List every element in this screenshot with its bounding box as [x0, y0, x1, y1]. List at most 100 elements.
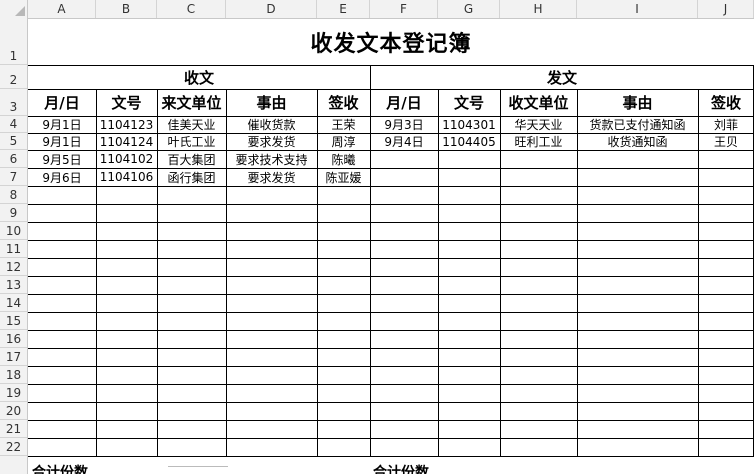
- row-header-21[interactable]: 21: [0, 420, 27, 438]
- grid-line: [28, 402, 754, 403]
- row-header-17[interactable]: 17: [0, 348, 27, 366]
- received-cell[interactable]: 1104123: [96, 116, 157, 133]
- received-header-1[interactable]: 文号: [96, 89, 157, 116]
- grid-line: [28, 438, 754, 439]
- column-header-h[interactable]: H: [500, 0, 577, 18]
- row-header-19[interactable]: 19: [0, 384, 27, 402]
- sent-cell[interactable]: 刘菲: [698, 116, 754, 133]
- row-header-20[interactable]: 20: [0, 402, 27, 420]
- sent-cell[interactable]: 1104405: [438, 133, 500, 150]
- sent-cell[interactable]: 货款已支付通知函: [577, 116, 698, 133]
- column-header-c[interactable]: C: [157, 0, 226, 18]
- sent-cell[interactable]: 华天天业: [500, 116, 577, 133]
- row-header-13[interactable]: 13: [0, 276, 27, 294]
- select-all-icon: [15, 6, 25, 16]
- cell-grid[interactable]: 收发文本登记簿 收文 发文 月/日 月/日 文号 文号 来文单位 收文单位 事由 事由 签收 签收 9月1…: [0, 0, 754, 474]
- page-title[interactable]: 收发文本登记簿: [28, 20, 754, 63]
- received-cell[interactable]: 9月6日: [28, 168, 96, 186]
- received-cell[interactable]: 函行集团: [157, 168, 226, 186]
- grid-line: [28, 420, 754, 421]
- received-cell[interactable]: 陈曦: [317, 150, 370, 168]
- grid-line: [28, 366, 754, 367]
- sent-cell[interactable]: 收货通知函: [577, 133, 698, 150]
- select-all-corner[interactable]: [0, 0, 28, 18]
- received-cell[interactable]: 9月1日: [28, 116, 96, 133]
- footer-line: [168, 466, 228, 467]
- received-header-2[interactable]: 来文单位: [157, 89, 226, 116]
- row-header-2[interactable]: 2: [0, 65, 27, 89]
- grid-line: [28, 348, 754, 349]
- received-cell[interactable]: 要求发货: [226, 168, 317, 186]
- row-header-11[interactable]: 11: [0, 240, 27, 258]
- column-header-d[interactable]: D: [226, 0, 317, 18]
- column-header-g[interactable]: G: [438, 0, 500, 18]
- received-header-0[interactable]: 月/日: [28, 89, 96, 116]
- grid-line: [28, 222, 754, 223]
- column-header-i[interactable]: I: [577, 0, 698, 18]
- sent-header-4[interactable]: 签收: [698, 89, 754, 116]
- row-header-6[interactable]: 6: [0, 150, 27, 168]
- section-header-received[interactable]: 收文: [28, 65, 370, 89]
- received-cell[interactable]: 佳美天业: [157, 116, 226, 133]
- row-header-1[interactable]: 1: [0, 18, 27, 65]
- row-headers: 1 2 3 4 5 6 7 8 9 10 11 12 13 14 15 16 17 18 19 20 21 22: [0, 18, 28, 474]
- received-cell[interactable]: 1104106: [96, 168, 157, 186]
- column-header-j[interactable]: J: [698, 0, 754, 18]
- grid-line: [28, 258, 754, 259]
- total-count-label-sent[interactable]: 合计份数: [373, 462, 429, 474]
- row-header-22[interactable]: 22: [0, 438, 27, 456]
- received-cell[interactable]: 1104102: [96, 150, 157, 168]
- column-header-f[interactable]: F: [370, 0, 438, 18]
- sent-header-0[interactable]: 月/日: [370, 89, 438, 116]
- total-count-label-received[interactable]: 合计份数: [32, 462, 88, 474]
- grid-line: [28, 276, 754, 277]
- column-header-b[interactable]: B: [96, 0, 157, 18]
- row-header-5[interactable]: 5: [0, 133, 27, 150]
- grid-line: [28, 330, 754, 331]
- row-header-15[interactable]: 15: [0, 312, 27, 330]
- received-cell[interactable]: 要求技术支持: [226, 150, 317, 168]
- sent-cell[interactable]: 1104301: [438, 116, 500, 133]
- grid-line: [28, 312, 754, 313]
- received-cell[interactable]: 要求发货: [226, 133, 317, 150]
- received-cell[interactable]: 1104124: [96, 133, 157, 150]
- grid-line: [28, 384, 754, 385]
- sent-header-2[interactable]: 收文单位: [500, 89, 577, 116]
- row-header-9[interactable]: 9: [0, 204, 27, 222]
- sent-cell[interactable]: 旺利工业: [500, 133, 577, 150]
- grid-line: [28, 204, 754, 205]
- grid-line: [28, 240, 754, 241]
- received-cell[interactable]: 叶氏工业: [157, 133, 226, 150]
- row-header-16[interactable]: 16: [0, 330, 27, 348]
- row-header-12[interactable]: 12: [0, 258, 27, 276]
- column-headers: ABCDEFGHIJ: [0, 0, 754, 19]
- row-header-8[interactable]: 8: [0, 186, 27, 204]
- received-header-3[interactable]: 事由: [226, 89, 317, 116]
- sent-cell[interactable]: 王贝: [698, 133, 754, 150]
- received-header-4[interactable]: 签收: [317, 89, 370, 116]
- received-cell[interactable]: 百大集团: [157, 150, 226, 168]
- row-header-18[interactable]: 18: [0, 366, 27, 384]
- footer-row: 合计份数 合计份数: [28, 460, 754, 474]
- row-header-4[interactable]: 4: [0, 116, 27, 133]
- received-cell[interactable]: 周淳: [317, 133, 370, 150]
- column-header-a[interactable]: A: [28, 0, 96, 18]
- row-header-10[interactable]: 10: [0, 222, 27, 240]
- received-cell[interactable]: 陈亚媛: [317, 168, 370, 186]
- spreadsheet: 收发文本登记簿 收文 发文 月/日 月/日 文号 文号 来文单位 收文单位 事由 事由 签收 签收 9月1…: [0, 0, 754, 474]
- received-cell[interactable]: 催收货款: [226, 116, 317, 133]
- row-header-14[interactable]: 14: [0, 294, 27, 312]
- sent-header-1[interactable]: 文号: [438, 89, 500, 116]
- sent-cell[interactable]: 9月4日: [370, 133, 438, 150]
- row-header-3[interactable]: 3: [0, 89, 27, 116]
- sent-cell[interactable]: 9月3日: [370, 116, 438, 133]
- grid-line: [28, 456, 754, 457]
- column-header-e[interactable]: E: [317, 0, 370, 18]
- sent-header-3[interactable]: 事由: [577, 89, 698, 116]
- received-cell[interactable]: 王荣: [317, 116, 370, 133]
- section-header-sent[interactable]: 发文: [370, 65, 754, 89]
- received-cell[interactable]: 9月1日: [28, 133, 96, 150]
- grid-line: [28, 186, 754, 187]
- received-cell[interactable]: 9月5日: [28, 150, 96, 168]
- row-header-7[interactable]: 7: [0, 168, 27, 186]
